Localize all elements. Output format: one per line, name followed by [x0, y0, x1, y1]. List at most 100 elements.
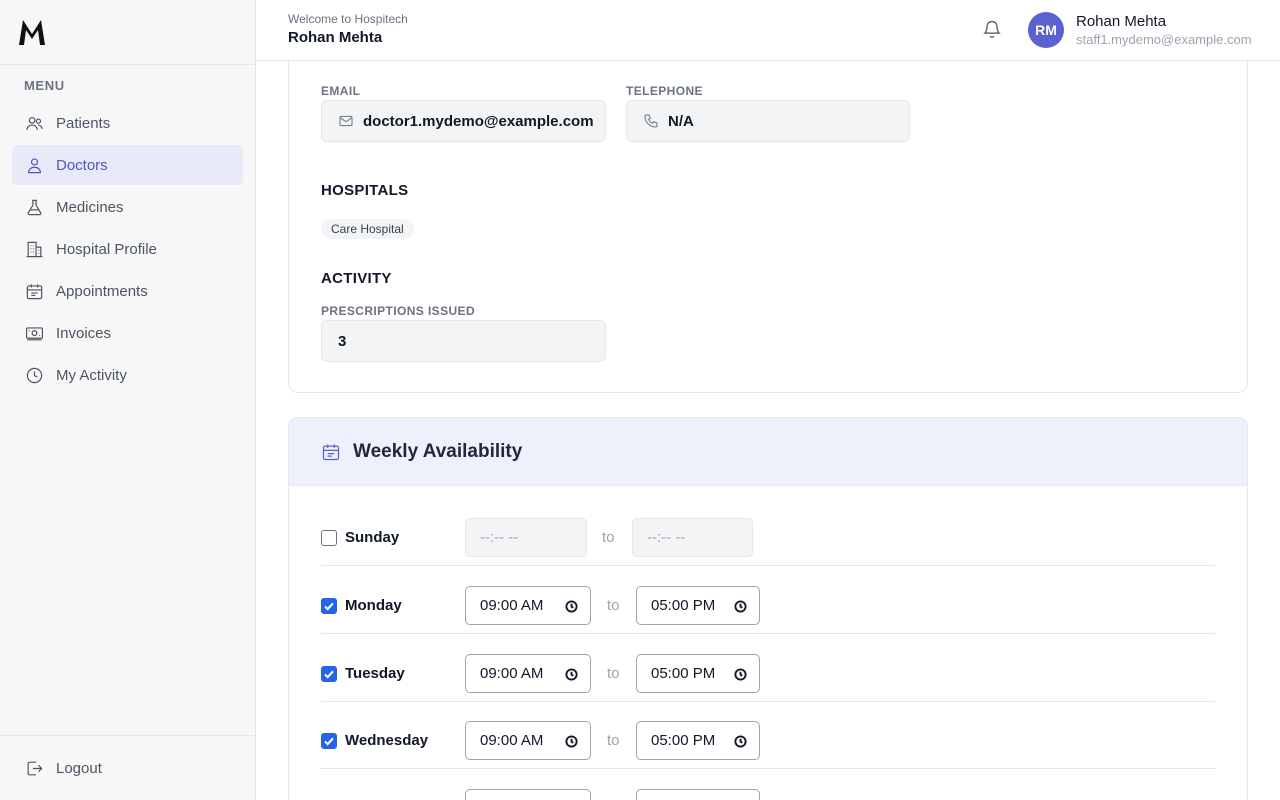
- day-name: Monday: [345, 597, 402, 614]
- user-icon: [24, 155, 44, 175]
- sidebar-item-patients[interactable]: Patients: [12, 103, 243, 143]
- logo-m-icon: [19, 20, 45, 45]
- sunday-end-time: --:-- --: [632, 518, 753, 557]
- sidebar-item-label: My Activity: [56, 366, 127, 384]
- prescriptions-value: 3: [338, 332, 347, 350]
- sunday-checkbox[interactable]: [321, 530, 337, 546]
- time-value: 09:00 AM: [480, 665, 544, 682]
- monday-start-time[interactable]: 09:00 AM: [465, 586, 591, 625]
- clock-icon[interactable]: [734, 600, 747, 613]
- hospital-chip: Care Hospital: [321, 219, 414, 239]
- telephone-label: TELEPHONE: [626, 84, 703, 98]
- day-row-wednesday: Wednesday 09:00 AM to 05:00 PM: [321, 721, 1215, 769]
- day-row-sunday: Sunday --:-- -- to --:-- --: [321, 518, 1215, 566]
- banknote-icon: [24, 323, 44, 343]
- sidebar-item-appointments[interactable]: Appointments: [12, 271, 243, 311]
- next-end-time[interactable]: [636, 789, 760, 800]
- wednesday-checkbox[interactable]: [321, 733, 337, 749]
- clock-icon[interactable]: [734, 668, 747, 681]
- menu-label: MENU: [24, 78, 65, 93]
- check-icon: [324, 602, 334, 611]
- users-icon: [24, 113, 44, 133]
- flask-icon: [24, 197, 44, 217]
- email-label: EMAIL: [321, 84, 361, 98]
- day-name: Sunday: [345, 529, 400, 546]
- notification-bell-icon[interactable]: [982, 19, 1004, 41]
- sidebar-item-label: Patients: [56, 114, 111, 132]
- activity-title: ACTIVITY: [321, 270, 392, 287]
- sidebar-item-label: Invoices: [56, 324, 112, 342]
- welcome-text: Welcome to Hospitech: [288, 12, 408, 26]
- email-field[interactable]: doctor1.mydemo@example.com: [321, 100, 606, 142]
- sidebar-item-invoices[interactable]: Invoices: [12, 313, 243, 353]
- availability-title: Weekly Availability: [353, 440, 523, 462]
- sidebar: MENU Patients Doctors Medicines Hospital…: [0, 0, 256, 800]
- to-label: to: [607, 597, 620, 614]
- time-value: 05:00 PM: [651, 665, 716, 682]
- monday-checkbox[interactable]: [321, 598, 337, 614]
- avatar[interactable]: RM: [1028, 12, 1064, 48]
- day-name: Wednesday: [345, 732, 429, 749]
- to-label: to: [602, 529, 615, 546]
- sidebar-item-label: Medicines: [56, 198, 124, 216]
- day-row-monday: Monday 09:00 AM to 05:00 PM: [321, 586, 1215, 634]
- telephone-value: N/A: [668, 112, 694, 130]
- main-content: EMAIL doctor1.mydemo@example.com TELEPHO…: [256, 61, 1280, 800]
- building-icon: [24, 239, 44, 259]
- email-value: doctor1.mydemo@example.com: [363, 112, 594, 130]
- doctor-details-card: EMAIL doctor1.mydemo@example.com TELEPHO…: [288, 61, 1248, 393]
- check-icon: [324, 670, 334, 679]
- time-value: --:-- --: [480, 529, 519, 546]
- header-user-name: Rohan Mehta: [288, 29, 383, 46]
- mail-icon: [338, 113, 354, 129]
- hospitals-title: HOSPITALS: [321, 182, 409, 199]
- weekly-availability-card: Weekly Availability Sunday --:-- -- to -…: [288, 417, 1248, 800]
- sidebar-footer: Logout: [0, 735, 255, 800]
- sidebar-nav: Patients Doctors Medicines Hospital Prof…: [0, 103, 255, 395]
- clock-icon[interactable]: [734, 735, 747, 748]
- clock-icon: [24, 365, 44, 385]
- tuesday-start-time[interactable]: 09:00 AM: [465, 654, 591, 693]
- logout-button[interactable]: Logout: [12, 748, 243, 788]
- monday-end-time[interactable]: 05:00 PM: [636, 586, 760, 625]
- user-menu-email: staff1.mydemo@example.com: [1076, 32, 1252, 47]
- to-label: to: [607, 665, 620, 682]
- time-value: 09:00 AM: [480, 597, 544, 614]
- day-row-next: [321, 789, 1215, 800]
- day-row-tuesday: Tuesday 09:00 AM to 05:00 PM: [321, 654, 1215, 702]
- phone-icon: [643, 113, 659, 129]
- sidebar-item-medicines[interactable]: Medicines: [12, 187, 243, 227]
- sidebar-item-label: Doctors: [56, 156, 108, 174]
- day-name: Tuesday: [345, 665, 405, 682]
- time-value: --:-- --: [647, 529, 686, 546]
- sidebar-item-my-activity[interactable]: My Activity: [12, 355, 243, 395]
- user-menu-name[interactable]: Rohan Mehta: [1076, 13, 1166, 30]
- telephone-field[interactable]: N/A: [626, 100, 910, 142]
- wednesday-end-time[interactable]: 05:00 PM: [636, 721, 760, 760]
- logout-icon: [24, 758, 44, 778]
- availability-header: Weekly Availability: [289, 418, 1247, 486]
- logout-label: Logout: [56, 759, 102, 777]
- top-header: Welcome to Hospitech Rohan Mehta RM Roha…: [256, 0, 1280, 61]
- time-value: 09:00 AM: [480, 732, 544, 749]
- sidebar-item-doctors[interactable]: Doctors: [12, 145, 243, 185]
- sidebar-item-label: Appointments: [56, 282, 148, 300]
- clock-icon[interactable]: [565, 668, 578, 681]
- wednesday-start-time[interactable]: 09:00 AM: [465, 721, 591, 760]
- time-value: 05:00 PM: [651, 597, 716, 614]
- tuesday-checkbox[interactable]: [321, 666, 337, 682]
- prescriptions-field: 3: [321, 320, 606, 362]
- calendar-icon: [24, 281, 44, 301]
- clock-icon[interactable]: [565, 600, 578, 613]
- tuesday-end-time[interactable]: 05:00 PM: [636, 654, 760, 693]
- next-start-time[interactable]: [465, 789, 591, 800]
- calendar-icon: [322, 444, 340, 460]
- sunday-start-time: --:-- --: [465, 518, 587, 557]
- clock-icon[interactable]: [565, 735, 578, 748]
- sidebar-item-hospital-profile[interactable]: Hospital Profile: [12, 229, 243, 269]
- sidebar-item-label: Hospital Profile: [56, 240, 157, 258]
- app-logo[interactable]: [0, 0, 255, 65]
- check-icon: [324, 737, 334, 746]
- prescriptions-label: PRESCRIPTIONS ISSUED: [321, 304, 476, 318]
- time-value: 05:00 PM: [651, 732, 716, 749]
